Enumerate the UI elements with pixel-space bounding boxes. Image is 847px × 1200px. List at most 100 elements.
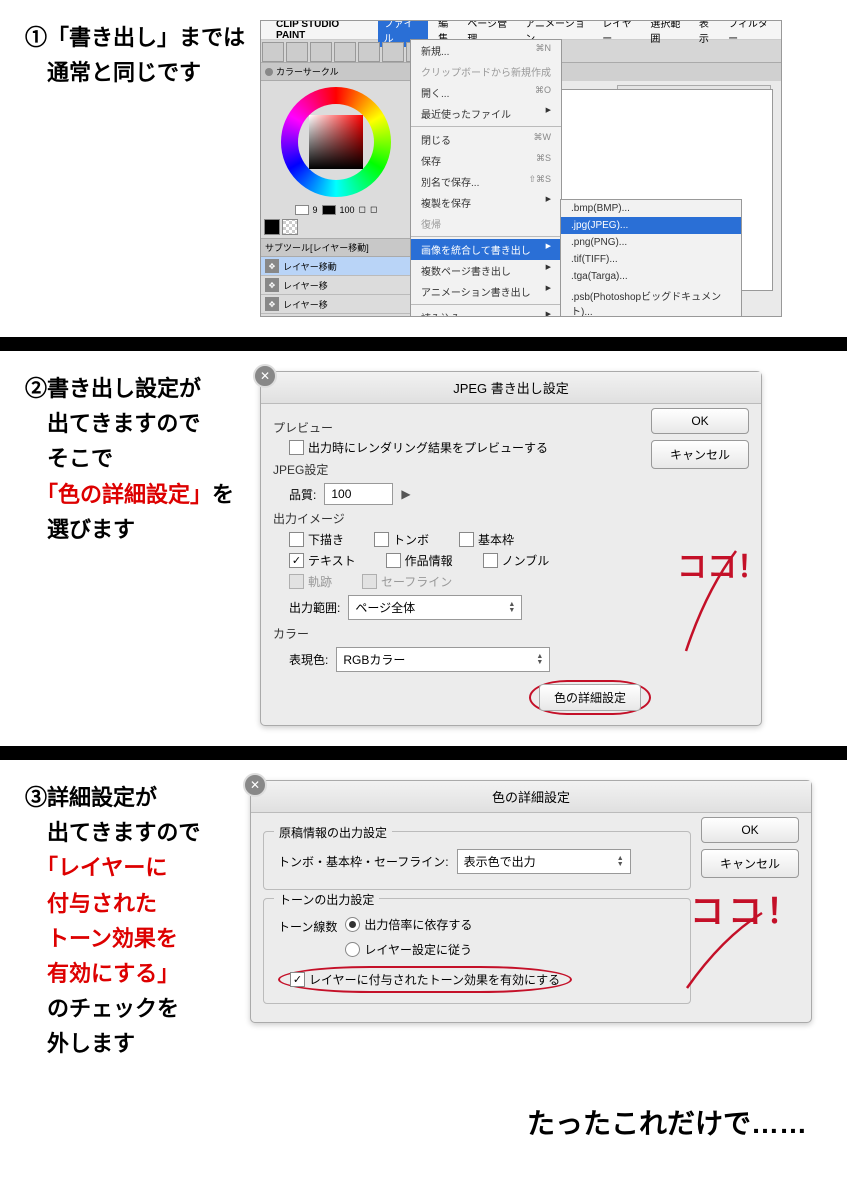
menu-item-saveas[interactable]: 別名で保存...⇧⌘S (411, 171, 561, 192)
ok-button[interactable]: OK (651, 408, 749, 434)
annotation-koko: ココ！ (677, 542, 767, 586)
radio-label: レイヤー設定に従う (364, 941, 472, 958)
ck-track: 軌跡 (289, 573, 332, 590)
menu-view[interactable]: 表示 (699, 20, 718, 45)
menu-item-recent[interactable]: 最近使ったファイル (411, 103, 561, 124)
preview-checkbox[interactable]: 出力時にレンダリング結果をプレビューする (289, 439, 651, 456)
checkbox-icon (362, 574, 377, 589)
submenu-bmp[interactable]: .bmp(BMP)... (561, 200, 741, 217)
quality-label: 品質: (289, 486, 316, 503)
quality-input[interactable]: 100 (324, 483, 393, 505)
spinner-icon[interactable]: ▲▼ (536, 654, 543, 666)
submenu-jpeg[interactable]: .jpg(JPEG)... (561, 217, 741, 234)
instruction-3-line: 出てきますので (25, 815, 235, 850)
radio-icon[interactable] (345, 942, 360, 957)
toolbar-btn[interactable] (262, 42, 284, 62)
swatch-transparent[interactable] (282, 219, 298, 235)
toolbar-btn[interactable] (334, 42, 356, 62)
wheel-square[interactable] (309, 115, 363, 169)
tone-item-label: トーン柄移動 (283, 317, 337, 318)
checkbox-icon[interactable] (290, 972, 305, 987)
ck-basic[interactable]: 基本枠 (459, 531, 514, 548)
checkbox-icon[interactable] (386, 553, 401, 568)
menu-item-multipage-export[interactable]: 複数ページ書き出し (411, 260, 561, 281)
ok-button[interactable]: OK (701, 817, 799, 843)
submenu-psb[interactable]: .psb(Photoshopビッグドキュメント)... (561, 285, 741, 317)
color-wheel[interactable] (281, 87, 391, 197)
checkbox-icon[interactable] (289, 440, 304, 455)
menu-separator (411, 126, 561, 127)
ck-text[interactable]: テキスト (289, 552, 356, 569)
menu-item-close[interactable]: 閉じる⌘W (411, 129, 561, 150)
swatch-row (261, 216, 411, 238)
ck-draft[interactable]: 下描き (289, 531, 344, 548)
menu-filter[interactable]: フィルター (728, 20, 776, 45)
output-image-label: 出力イメージ (273, 510, 651, 527)
checkbox-icon[interactable] (289, 532, 304, 547)
checkbox-icon[interactable] (459, 532, 474, 547)
instruction-2: ②書き出し設定が 出てきますので そこで 「色の詳細設定」を 選びます (25, 371, 245, 547)
preview-section-label: プレビュー (273, 419, 651, 436)
cancel-button[interactable]: キャンセル (701, 849, 799, 878)
triangle-right-icon[interactable]: ▶ (401, 487, 410, 501)
cancel-button[interactable]: キャンセル (651, 440, 749, 469)
menu-selection[interactable]: 選択範囲 (650, 20, 688, 45)
express-color-label: 表現色: (289, 651, 328, 668)
spinner-icon[interactable]: ▲▼ (617, 856, 624, 868)
layer-item[interactable]: ✥ レイヤー移 (261, 276, 411, 295)
tone-checkbox-wrap: レイヤーに付与されたトーン効果を有効にする (278, 966, 676, 993)
menu-item-open[interactable]: 開く...⌘O (411, 82, 561, 103)
layer-move-icon: ✥ (265, 259, 279, 273)
dialog-close-button[interactable]: ✕ (243, 773, 267, 797)
toolbar-btn[interactable] (310, 42, 332, 62)
menu-item-flatten-export[interactable]: 画像を統合して書き出し (411, 239, 561, 260)
layer-item-label: レイヤー移 (283, 279, 328, 292)
ck-tone-effect[interactable]: レイヤーに付与されたトーン効果を有効にする (290, 971, 560, 988)
color-circle-label: カラーサークル (276, 65, 339, 78)
ck-tombo[interactable]: トンボ (374, 531, 429, 548)
panel-2: ②書き出し設定が 出てきますので そこで 「色の詳細設定」を 選びます ✕ JP… (0, 351, 847, 746)
trim-row: トンボ・基本枠・セーフライン: 表示色で出力 ▲▼ (278, 849, 676, 874)
checkbox-icon[interactable] (483, 553, 498, 568)
instruction-3-line: のチェックを (25, 991, 235, 1026)
group-doc-output: 原稿情報の出力設定 トンボ・基本枠・セーフライン: 表示色で出力 ▲▼ (263, 831, 691, 890)
express-color-select[interactable]: RGBカラー ▲▼ (336, 647, 550, 672)
toolbar-btn[interactable] (382, 42, 404, 62)
instruction-3-line: 有効にする」 (25, 956, 235, 991)
color-detail-button[interactable]: 色の詳細設定 (539, 684, 641, 711)
dialog-close-button[interactable]: ✕ (253, 364, 277, 388)
layer-item-label: レイヤー移動 (283, 260, 337, 273)
radio-icon[interactable] (345, 917, 360, 932)
menu-item-new[interactable]: 新規...⌘N (411, 40, 561, 61)
instruction-3-line: ③詳細設定が (25, 780, 235, 815)
radio-follow-layer[interactable]: レイヤー設定に従う (345, 941, 472, 958)
menu-item-import[interactable]: 読み込み (411, 307, 561, 317)
checkbox-icon[interactable] (374, 532, 389, 547)
divider (0, 746, 847, 760)
toolbar-btn[interactable] (286, 42, 308, 62)
menu-item-animation-export[interactable]: アニメーション書き出し (411, 281, 561, 302)
submenu-tiff[interactable]: .tif(TIFF)... (561, 251, 741, 268)
checkbox-icon[interactable] (289, 553, 304, 568)
instruction-3: ③詳細設定が 出てきますので 「レイヤーに 付与された トーン効果を 有効にする… (25, 780, 235, 1062)
menu-item-save[interactable]: 保存⌘S (411, 150, 561, 171)
spinner-icon[interactable]: ▲▼ (508, 602, 515, 614)
output-range-select[interactable]: ページ全体 ▲▼ (348, 595, 522, 620)
layer-item[interactable]: ✥ レイヤー移動 (261, 257, 411, 276)
swatch-black[interactable] (264, 219, 280, 235)
ck-number[interactable]: ノンブル (483, 552, 550, 569)
submenu-png[interactable]: .png(PNG)... (561, 234, 741, 251)
preview-checkbox-label: 出力時にレンダリング結果をプレビューする (308, 439, 548, 456)
square-icon: ◻ (359, 204, 366, 215)
radio-depend-output[interactable]: 出力倍率に依存する (345, 916, 472, 933)
layer-item[interactable]: ✥ レイヤー移 (261, 295, 411, 314)
trim-select[interactable]: 表示色で出力 ▲▼ (457, 849, 631, 874)
tone-item[interactable]: ✥ トーン柄移動 (261, 314, 411, 317)
toolbar-btn[interactable] (358, 42, 380, 62)
readout-bar-icon (295, 205, 309, 215)
menu-item-revert: 復帰 (411, 213, 561, 234)
menu-layer[interactable]: レイヤー (602, 20, 640, 45)
submenu-tga[interactable]: .tga(Targa)... (561, 268, 741, 285)
ck-work[interactable]: 作品情報 (386, 552, 453, 569)
menu-item-savecopy[interactable]: 複製を保存 (411, 192, 561, 213)
